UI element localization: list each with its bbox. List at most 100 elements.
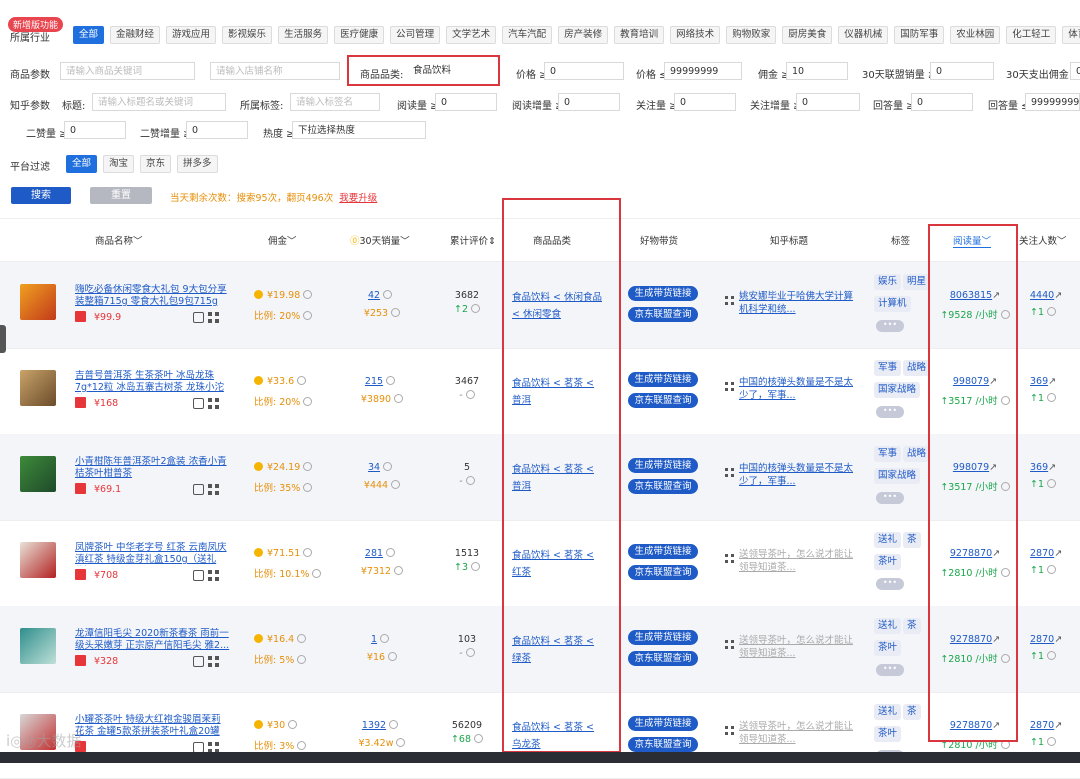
col-name[interactable]: 商品名称﹀ xyxy=(95,233,143,247)
industry-tag[interactable]: 金融财经 xyxy=(110,26,161,44)
col-sales30[interactable]: ⓪30天销量﹀ xyxy=(350,233,410,247)
price-min-input[interactable]: 0 xyxy=(544,62,624,80)
gen-link-button[interactable]: 生成带货链接 xyxy=(628,286,698,301)
qr-code-icon[interactable] xyxy=(725,296,734,305)
category-path-link[interactable]: 食品饮料 < 休闲食品 < 休闲零食 xyxy=(512,289,604,323)
platform-tag[interactable]: 京东 xyxy=(140,155,172,173)
cart-icon[interactable] xyxy=(193,484,204,495)
reads-count[interactable]: 9278870↗ xyxy=(935,720,1015,731)
qr-code-icon[interactable] xyxy=(208,398,219,409)
tag-pill[interactable]: 国家战略 xyxy=(874,382,921,398)
product-name-link[interactable]: 小罐茶茶叶 特级大红袍金骏眉茉莉花茶 金罐5款茶拼装茶叶礼盒20罐80... xyxy=(75,714,230,738)
product-thumbnail[interactable] xyxy=(20,284,56,320)
follows-count[interactable]: 2870↗ xyxy=(1030,548,1062,559)
zhihu-title-link[interactable]: 中国的核弹头数量是不是太少了，军事... xyxy=(739,376,861,402)
qr-code-icon[interactable] xyxy=(725,382,734,391)
jd-query-button[interactable]: 京东联盟查询 xyxy=(628,565,698,580)
industry-tag[interactable]: 农业林园 xyxy=(950,26,1001,44)
tag-pill[interactable]: 茶 xyxy=(903,704,921,720)
cart-icon[interactable] xyxy=(193,570,204,581)
cart-icon[interactable] xyxy=(193,656,204,667)
reads-inc-input[interactable]: 0 xyxy=(558,93,620,111)
tag-pill[interactable]: 茶叶 xyxy=(874,640,902,656)
jd-query-button[interactable]: 京东联盟查询 xyxy=(628,307,698,322)
product-name-link[interactable]: 凤牌茶叶 中华老字号 红茶 云南凤庆滇红茶 特级金芽礼盒150g（送礼袋） xyxy=(75,542,230,566)
sales-count[interactable]: 1 xyxy=(360,634,400,645)
answers-min-input[interactable]: 0 xyxy=(911,93,973,111)
cart-icon[interactable] xyxy=(193,398,204,409)
industry-tag[interactable]: 文学艺术 xyxy=(446,26,497,44)
industry-tag[interactable]: 影视娱乐 xyxy=(222,26,273,44)
category-path-link[interactable]: 食品饮料 < 茗茶 < 普洱 xyxy=(512,375,604,409)
industry-tag[interactable]: 仪器机械 xyxy=(838,26,889,44)
product-thumbnail[interactable] xyxy=(20,628,56,664)
tag-pill[interactable]: 战略 xyxy=(903,446,931,462)
industry-tag[interactable]: 医疗健康 xyxy=(334,26,385,44)
sales-count[interactable]: 1392 xyxy=(360,720,400,731)
zhihu-title-link[interactable]: 送领导茶叶，怎么说才能让领导知道茶... xyxy=(739,548,861,574)
search-button[interactable]: 搜索 xyxy=(11,187,71,204)
tag-pill[interactable]: 计算机 xyxy=(874,296,911,312)
jd-query-button[interactable]: 京东联盟查询 xyxy=(628,393,698,408)
category-path-link[interactable]: 食品饮料 < 茗茶 < 绿茶 xyxy=(512,633,604,667)
category-path-link[interactable]: 食品饮料 < 茗茶 < 普洱 xyxy=(512,461,604,495)
heat-select[interactable]: 下拉选择热度 xyxy=(292,121,426,139)
platform-tag[interactable]: 淘宝 xyxy=(103,155,135,173)
product-thumbnail[interactable] xyxy=(20,456,56,492)
sidebar-handle[interactable] xyxy=(0,325,6,353)
zhihu-title-input[interactable]: 请输入标题名或关键词 xyxy=(92,93,226,111)
product-name-link[interactable]: 龙潭信阳毛尖 2020新茶春茶 雨前一级头采嫩芽 正宗原产信阳毛尖 雅2... xyxy=(75,628,230,652)
jd-query-button[interactable]: 京东联盟查询 xyxy=(628,479,698,494)
category-value[interactable]: 食品饮料 xyxy=(408,62,496,80)
tag-pill[interactable]: 军事 xyxy=(874,446,902,462)
zhihu-title-link[interactable]: 送领导茶叶，怎么说才能让领导知道茶... xyxy=(739,720,861,746)
industry-tag[interactable]: 购物败家 xyxy=(726,26,777,44)
follows-count[interactable]: 369↗ xyxy=(1030,376,1056,387)
tag-pill[interactable]: 送礼 xyxy=(874,618,902,634)
industry-tag[interactable]: 化工轻工 xyxy=(1006,26,1057,44)
tag-pill[interactable]: 茶 xyxy=(903,532,921,548)
product-name-link[interactable]: 嗨吃必备休闲零食大礼包 9大包分享装整箱715g 零食大礼包9包715g xyxy=(75,284,230,308)
industry-tag[interactable]: 全部 xyxy=(73,26,105,44)
gen-link-button[interactable]: 生成带货链接 xyxy=(628,372,698,387)
reset-button[interactable]: 重置 xyxy=(90,187,152,204)
product-name-link[interactable]: 小青柑陈年普洱茶叶2盒装 浓香小青桔茶叶柑普茶 xyxy=(75,456,230,480)
sales-count[interactable]: 281 xyxy=(360,548,400,559)
follows-count[interactable]: 2870↗ xyxy=(1030,634,1062,645)
upgrade-link[interactable]: 我要升级 xyxy=(339,193,377,204)
follows-count[interactable]: 4440↗ xyxy=(1030,290,1062,301)
sales-count[interactable]: 215 xyxy=(360,376,400,387)
zhihu-title-link[interactable]: 姚安娜毕业于哈佛大学计算机科学和统... xyxy=(739,290,861,316)
qr-code-icon[interactable] xyxy=(725,554,734,563)
tag-pill[interactable]: 茶叶 xyxy=(874,554,902,570)
more-tags-icon[interactable]: ••• xyxy=(876,664,904,676)
qr-code-icon[interactable] xyxy=(208,656,219,667)
tag-pill[interactable]: 军事 xyxy=(874,360,902,376)
sales-count[interactable]: 34 xyxy=(360,462,400,473)
gen-link-button[interactable]: 生成带货链接 xyxy=(628,458,698,473)
qr-code-icon[interactable] xyxy=(725,726,734,735)
industry-tag[interactable]: 国防军事 xyxy=(894,26,945,44)
answers-max-input[interactable]: 99999999 xyxy=(1025,93,1080,111)
industry-tag[interactable]: 汽车汽配 xyxy=(502,26,553,44)
tag-pill[interactable]: 送礼 xyxy=(874,704,902,720)
jd-query-button[interactable]: 京东联盟查询 xyxy=(628,651,698,666)
sales30-input[interactable]: 0 xyxy=(930,62,994,80)
reads-count[interactable]: 9278870↗ xyxy=(935,548,1015,559)
follows-count[interactable]: 369↗ xyxy=(1030,462,1056,473)
qr-code-icon[interactable] xyxy=(725,468,734,477)
col-reads[interactable]: 阅读量﹀ xyxy=(953,233,992,248)
tag-pill[interactable]: 娱乐 xyxy=(874,274,902,290)
more-tags-icon[interactable]: ••• xyxy=(876,578,904,590)
gen-link-button[interactable]: 生成带货链接 xyxy=(628,630,698,645)
industry-tag[interactable]: 体育运动 xyxy=(1062,26,1080,44)
industry-tag[interactable]: 网络技术 xyxy=(670,26,721,44)
shop-name-input[interactable]: 请输入店铺名称 xyxy=(210,62,340,80)
tag-pill[interactable]: 送礼 xyxy=(874,532,902,548)
platform-tag[interactable]: 全部 xyxy=(66,155,98,173)
tag-pill[interactable]: 明星 xyxy=(903,274,931,290)
follows-count[interactable]: 2870↗ xyxy=(1030,720,1062,731)
qr-code-icon[interactable] xyxy=(208,312,219,323)
col-follows[interactable]: 关注人数﹀ xyxy=(1019,233,1067,247)
commission-min-input[interactable]: 10 xyxy=(786,62,848,80)
